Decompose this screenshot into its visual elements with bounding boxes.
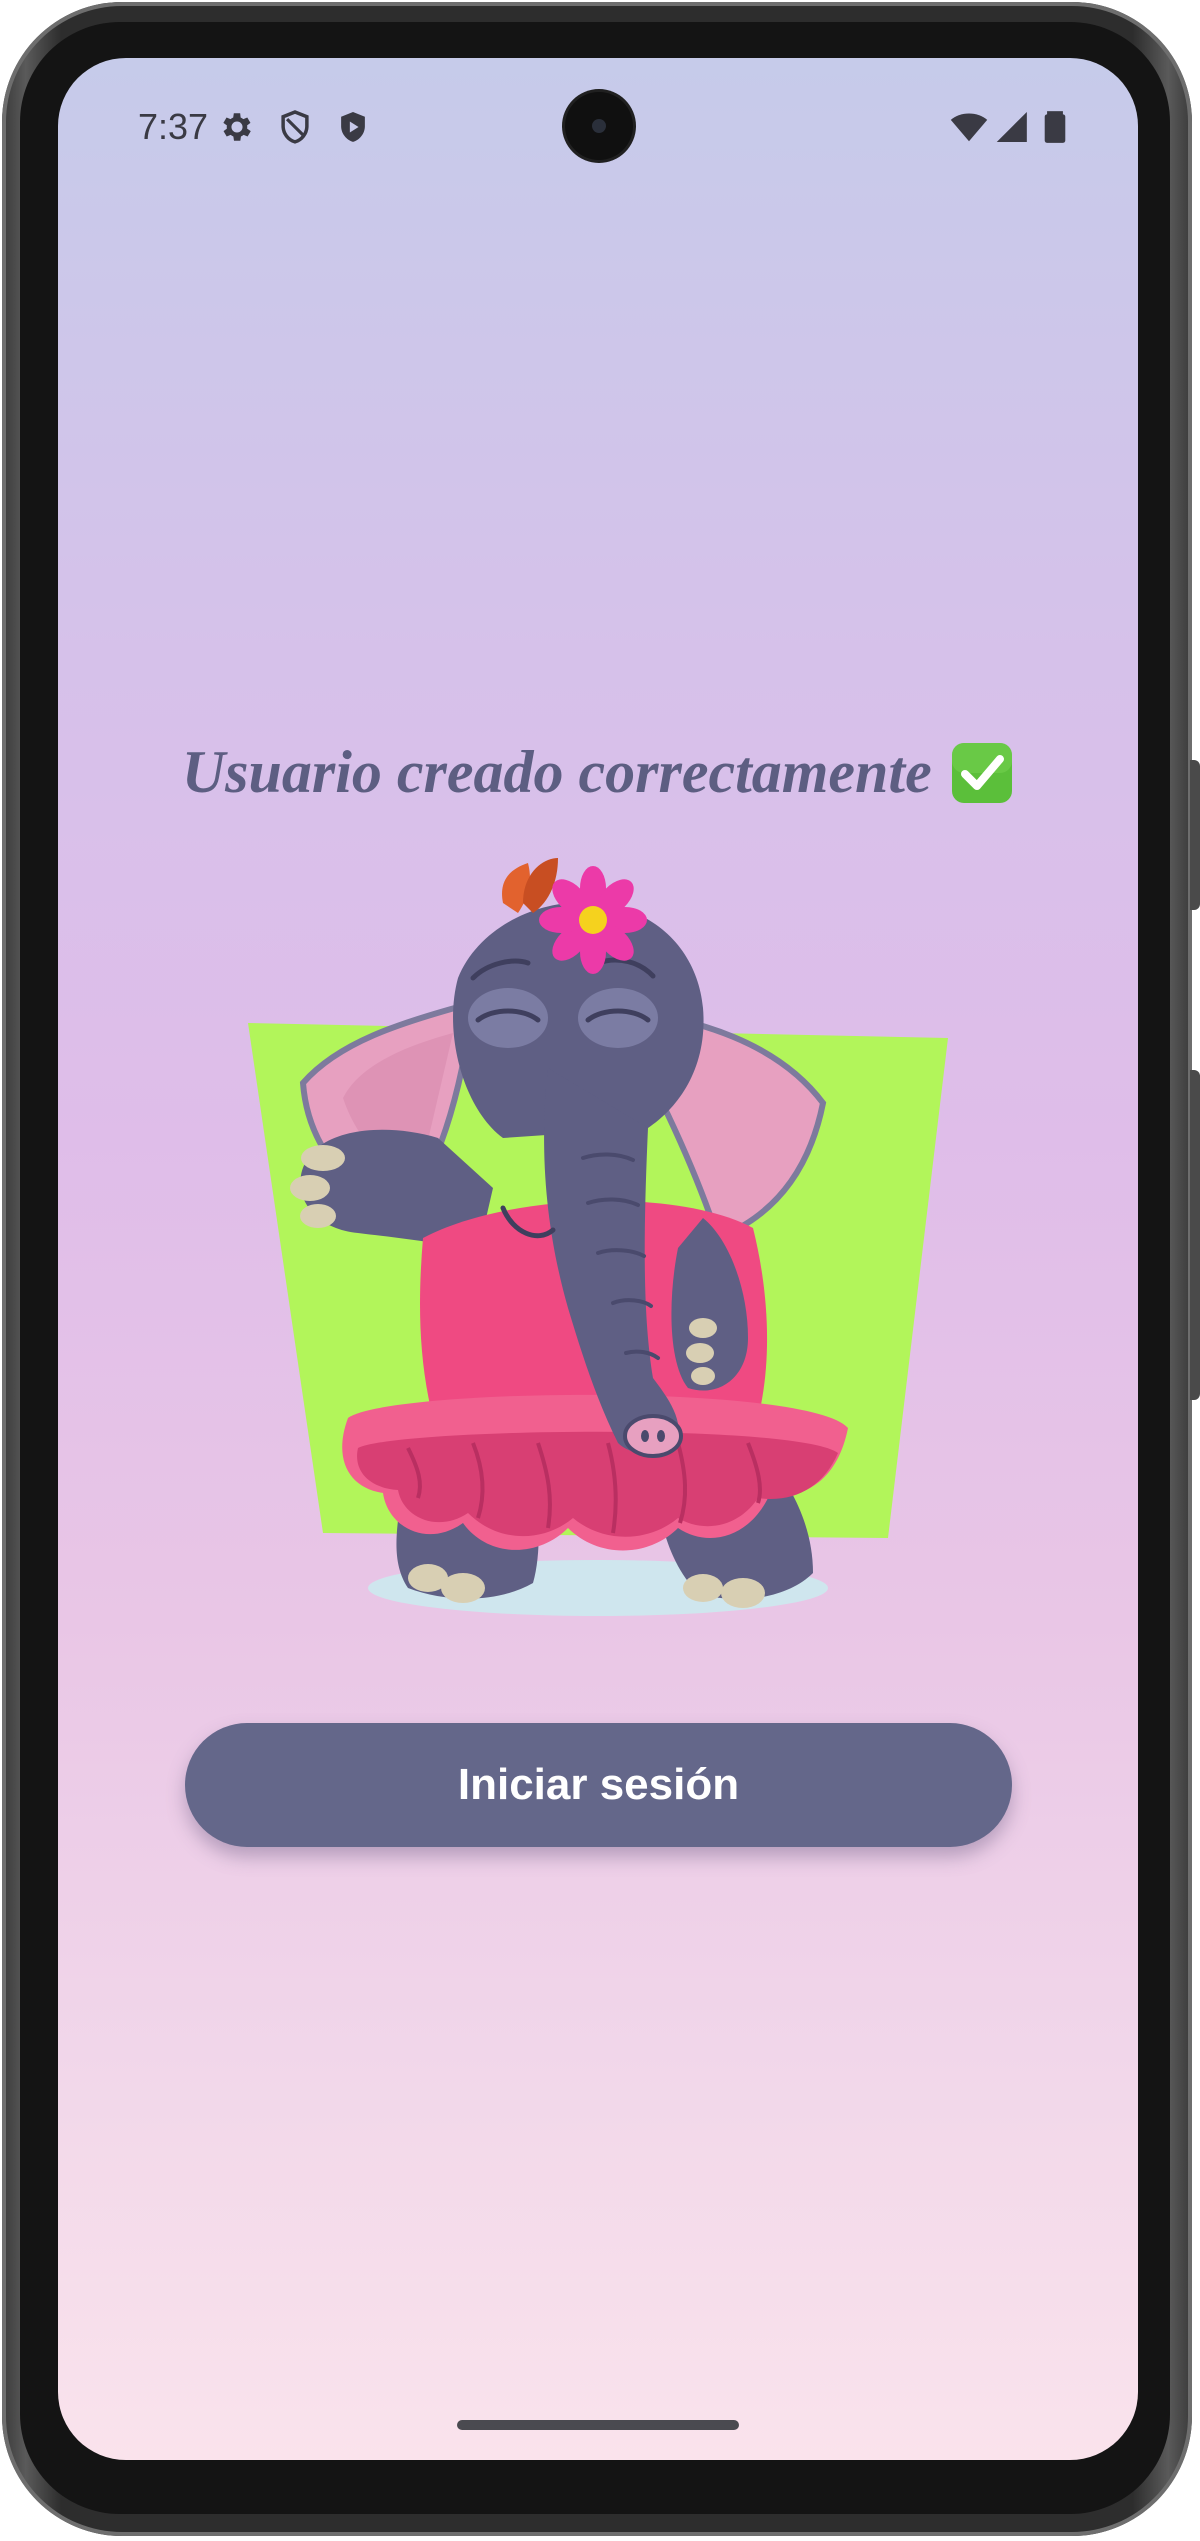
title-text: Usuario creado correctamente (181, 739, 932, 805)
shield-outline-icon (281, 110, 309, 144)
power-button (1190, 760, 1200, 910)
phone-device: 7:37 Usuario creado correctamente Inicia… (0, 0, 1200, 2541)
status-bar: 7:37 (58, 58, 1138, 188)
home-indicator[interactable] (457, 2420, 739, 2430)
front-camera (565, 92, 633, 160)
volume-button (1190, 1070, 1200, 1400)
battery-icon (1044, 111, 1066, 143)
login-button[interactable]: Iniciar sesión (185, 1723, 1012, 1847)
gear-icon (223, 113, 251, 141)
wifi-icon (950, 113, 988, 142)
success-title: Usuario creado correctamente (58, 738, 1138, 807)
shield-play-icon (341, 111, 365, 142)
screen: 7:37 Usuario creado correctamente Inicia… (58, 58, 1138, 2460)
status-time: 7:37 (138, 106, 209, 147)
cell-signal-icon (996, 111, 1027, 143)
check-mark-button-icon (952, 742, 1013, 803)
dancing-elephant-tutu-illustration (248, 858, 948, 1616)
